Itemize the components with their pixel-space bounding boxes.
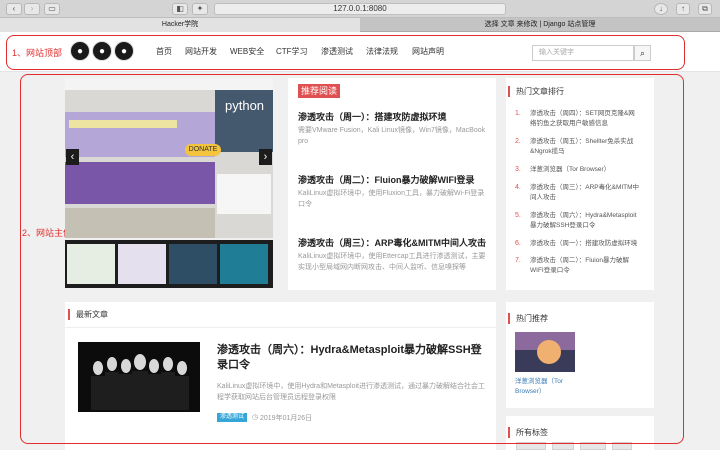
rank-number: 5. (515, 212, 521, 219)
carousel-thumbnails (65, 240, 273, 288)
hot-article-item[interactable]: 渗透攻击（周一）：搭建攻防虚拟环境 (530, 239, 640, 249)
chevron-right-icon[interactable]: › (259, 149, 272, 165)
recommended-title-2[interactable]: 渗透攻击（周二）：Fluion暴力破解WIFI登录 (298, 173, 492, 186)
header-annotation: 1、网站顶部 (12, 48, 63, 58)
rank-number: 6. (515, 240, 521, 247)
sidebar-icon[interactable]: ▭ (44, 3, 60, 15)
rank-number: 2. (515, 138, 521, 145)
tag-pill[interactable] (612, 442, 632, 450)
nav-item-law[interactable]: 法律法规 (366, 46, 398, 57)
recommended-desc-2: KaliLinux虚拟环境中，使用Fluxion工具，暴力破解Wi-Fi登录口令 (298, 190, 485, 208)
nav-item-websec[interactable]: WEB安全 (230, 46, 264, 57)
tag-pill[interactable] (516, 442, 546, 450)
rank-number: 4. (515, 184, 521, 191)
donate-button: DONATE (185, 144, 221, 156)
divider (65, 327, 496, 328)
latest-article-title[interactable]: 渗透攻击（周六）：Hydra&Metasploit暴力破解SSH登录口令 (217, 343, 487, 373)
tag-pill[interactable] (580, 442, 606, 450)
nav-item-webdev[interactable]: 网站开发 (185, 46, 217, 57)
search-icon[interactable]: ⌕ (634, 45, 651, 61)
nav-item-home[interactable]: 首页 (156, 46, 172, 57)
hot-article-item[interactable]: 洋葱浏览器（Tor Browser） (530, 165, 640, 175)
recommended-desc-1: 需要VMware Fusion，Kali Linux镜像，Win7镜像，MacB… (298, 127, 486, 145)
hot-recommend-title: 热门推荐 (508, 313, 548, 324)
slide-block (65, 208, 215, 238)
slide-block (65, 162, 215, 204)
github-icon[interactable]: ● (114, 41, 134, 61)
nav-item-ctf[interactable]: CTF学习 (276, 46, 308, 57)
article-thumbnail[interactable] (78, 342, 200, 412)
rank-number: 7. (515, 257, 521, 264)
hot-articles-title: 热门文章排行 (508, 86, 564, 97)
nav-item-pentest[interactable]: 渗透测试 (321, 46, 353, 57)
hot-article-item[interactable]: 渗透攻击（周五）：Shellter免杀实战&Ngrok揽马 (530, 137, 640, 157)
rank-number: 1. (515, 110, 521, 117)
hot-article-item[interactable]: 渗透攻击（周六）：Hydra&Metasploit暴力破解SSH登录口令 (530, 211, 640, 231)
tags-title: 所有标签 (508, 427, 548, 438)
slide-block (69, 120, 177, 128)
masks-image (91, 354, 189, 410)
category-badge[interactable]: 渗透测试 (217, 413, 248, 422)
recommended-label: 推荐阅读 (298, 84, 341, 98)
rank-number: 3. (515, 166, 521, 173)
tag-pill[interactable] (552, 442, 574, 450)
forward-icon[interactable]: › (24, 3, 40, 15)
thumbnail[interactable] (220, 244, 268, 284)
tab-hacker[interactable]: Hacker学院 (0, 18, 360, 32)
download-icon[interactable]: ↓ (654, 3, 668, 15)
bird-icon[interactable]: ✦ (192, 3, 208, 15)
hot-article-item[interactable]: 渗透攻击（周三）：ARP毒化&MITM中间人攻击 (530, 183, 640, 203)
search-input[interactable]: 输入关键字 (532, 45, 634, 61)
clock-icon: ◷ (252, 414, 259, 421)
back-icon[interactable]: ‹ (6, 3, 22, 15)
recommended-title-1[interactable]: 渗透攻击（周一）：搭建攻防虚拟环境 (298, 110, 447, 123)
article-date: 2019年01月26日 (260, 415, 313, 422)
hot-article-item[interactable]: 渗透攻击（周二）：Fluion暴力破解WIFI登录口令 (530, 256, 640, 276)
github-icon[interactable]: ● (92, 41, 112, 61)
address-bar[interactable]: 127.0.0.1:8080 (214, 3, 506, 15)
image-block (537, 340, 561, 364)
hot-recommend-item[interactable]: 洋葱浏览器（Tor Browser） (515, 377, 579, 397)
recommended-desc-3: KaliLinux虚拟环境中，使用Ettercap工具进行渗透测试，主要实现小型… (298, 253, 486, 271)
nav-item-statement[interactable]: 网站声明 (412, 46, 444, 57)
latest-article-desc: KaliLinux虚拟环境中，使用Hydra和Metasploit进行渗透测试，… (217, 383, 485, 401)
slide-block (217, 174, 271, 214)
chevron-left-icon[interactable]: ‹ (66, 149, 79, 165)
recommended-title-3[interactable]: 渗透攻击（周三）：ARP毒化&MITM中间人攻击 (298, 236, 492, 249)
tab-django-admin[interactable]: 选择 文章 来修改 | Django 站点管理 (360, 18, 720, 32)
carousel[interactable]: python DONATE (65, 78, 273, 238)
github-icon[interactable]: ● (70, 41, 90, 61)
slide-navbar (65, 78, 273, 90)
latest-title: 最新文章 (68, 309, 108, 320)
slide-python-text: python (225, 98, 265, 113)
thumbnail[interactable] (169, 244, 217, 284)
thumbnail[interactable] (67, 244, 115, 284)
share-icon[interactable]: ↑ (676, 3, 690, 15)
tab-bar: Hacker学院 选择 文章 来修改 | Django 站点管理 (0, 18, 720, 32)
tor-browser-thumbnail[interactable] (515, 332, 575, 372)
hot-article-item[interactable]: 渗透攻击（周四）：SET网页克隆&网络钓鱼之获取用户敏感信息 (530, 109, 640, 129)
browser-toolbar: ‹ › ▭ ◧ ✦ 127.0.0.1:8080 ↓ ↑ ⧉ (0, 0, 720, 18)
extension-icon[interactable]: ◧ (172, 3, 188, 15)
thumbnail[interactable] (118, 244, 166, 284)
tabs-icon[interactable]: ⧉ (698, 3, 712, 15)
